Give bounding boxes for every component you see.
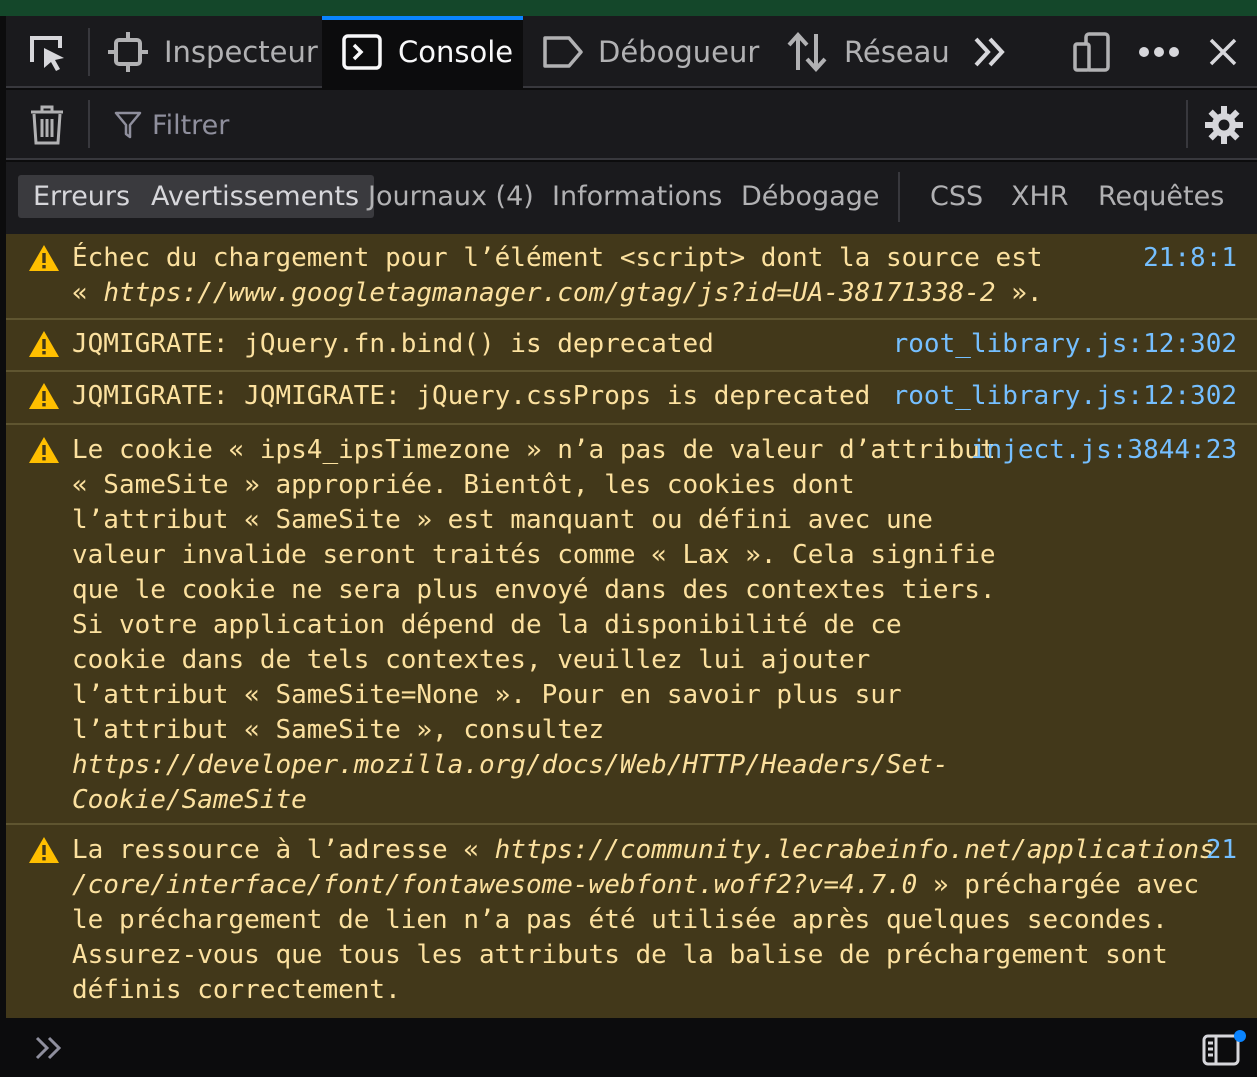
filter-xhr[interactable]: XHR bbox=[996, 175, 1084, 218]
filter-css[interactable]: CSS bbox=[915, 175, 998, 218]
filter-errors[interactable]: Erreurs bbox=[18, 175, 146, 218]
warning-icon bbox=[29, 837, 59, 863]
console-settings-button[interactable] bbox=[1204, 90, 1244, 160]
message-segment: Le cookie « ips4_ipsTimezone » n’a pas d… bbox=[72, 435, 996, 745]
debugger-icon bbox=[543, 36, 583, 68]
tab-console[interactable]: Console bbox=[322, 16, 523, 88]
filter-bar: Filtrer bbox=[6, 90, 1257, 160]
tab-inspector-label: Inspecteur bbox=[164, 35, 318, 69]
message-location-link[interactable]: inject.js:3844:23 bbox=[971, 433, 1237, 468]
settings-separator bbox=[1186, 100, 1188, 148]
responsive-design-icon bbox=[1073, 32, 1110, 72]
message-location-link[interactable]: root_library.js:12:302 bbox=[893, 379, 1237, 414]
console-message[interactable]: JQMIGRATE: JQMIGRATE: jQuery.cssProps is… bbox=[6, 372, 1257, 425]
overflow-chevrons-icon bbox=[974, 37, 1005, 67]
warning-icon bbox=[29, 383, 59, 409]
tab-debugger[interactable]: Débogueur bbox=[542, 16, 759, 88]
message-text: JQMIGRATE: JQMIGRATE: jQuery.cssProps is… bbox=[72, 379, 870, 414]
filter-debug[interactable]: Débogage bbox=[726, 175, 895, 218]
message-segment: JQMIGRATE: JQMIGRATE: jQuery.cssProps is… bbox=[72, 381, 871, 411]
filter-funnel-icon bbox=[114, 111, 142, 139]
filter-input[interactable]: Filtrer bbox=[114, 90, 1174, 160]
message-url[interactable]: https://developer.mozilla.org/docs/Web/H… bbox=[72, 750, 949, 815]
message-location-link[interactable]: 21:8:1 bbox=[1143, 241, 1237, 276]
console-input[interactable] bbox=[6, 1018, 1257, 1077]
responsive-design-button[interactable] bbox=[1072, 16, 1112, 88]
close-icon bbox=[1209, 38, 1237, 66]
message-location-link[interactable]: root_library.js:12:302 bbox=[893, 327, 1237, 362]
tab-network-label: Réseau bbox=[844, 35, 950, 69]
warning-icon bbox=[29, 437, 59, 463]
filter-separator bbox=[88, 100, 90, 148]
message-segment: JQMIGRATE: jQuery.fn.bind() is deprecate… bbox=[72, 329, 714, 359]
tab-inspector[interactable]: Inspecteur bbox=[108, 16, 318, 88]
active-tab-indicator bbox=[322, 16, 523, 20]
level-separator bbox=[898, 172, 900, 222]
toolbar-separator bbox=[88, 28, 90, 76]
message-segment: ». bbox=[995, 278, 1043, 308]
clear-console-button[interactable] bbox=[30, 90, 64, 160]
console-message[interactable]: Le cookie « ips4_ipsTimezone » n’a pas d… bbox=[6, 425, 1257, 825]
console-message[interactable]: La ressource à l’adresse « https://commu… bbox=[6, 825, 1257, 1018]
console-message[interactable]: JQMIGRATE: jQuery.fn.bind() is deprecate… bbox=[6, 320, 1257, 372]
message-text: La ressource à l’adresse « https://commu… bbox=[72, 833, 1215, 1008]
message-location-link[interactable]: 21 bbox=[1206, 833, 1237, 868]
filter-placeholder: Filtrer bbox=[152, 109, 230, 141]
message-text: Le cookie « ips4_ipsTimezone » n’a pas d… bbox=[72, 433, 996, 818]
network-icon bbox=[787, 32, 827, 72]
input-prompt-chevrons-icon bbox=[35, 1036, 62, 1060]
more-tabs-button[interactable] bbox=[972, 16, 1008, 88]
message-text: JQMIGRATE: jQuery.fn.bind() is deprecate… bbox=[72, 327, 714, 362]
tab-console-label: Console bbox=[398, 35, 514, 69]
console-icon bbox=[342, 34, 382, 70]
devtools-toolbar: Inspecteur Console Débogueur Réseau bbox=[6, 16, 1257, 88]
gear-icon bbox=[1205, 106, 1243, 144]
console-message[interactable]: Échec du chargement pour l’élément <scri… bbox=[6, 234, 1257, 320]
tab-debugger-label: Débogueur bbox=[598, 35, 760, 69]
filter-info[interactable]: Informations bbox=[537, 175, 737, 218]
log-level-filters: Erreurs Avertissements Journaux (4) Info… bbox=[6, 162, 1257, 234]
filter-warnings[interactable]: Avertissements bbox=[136, 175, 375, 218]
more-options-icon bbox=[1139, 47, 1179, 57]
window-top-strip bbox=[0, 0, 1257, 16]
filter-logs[interactable]: Journaux (4) bbox=[353, 175, 549, 218]
element-picker-icon bbox=[30, 36, 64, 71]
warning-icon bbox=[29, 331, 59, 357]
filter-requests[interactable]: Requêtes bbox=[1083, 175, 1239, 218]
tab-network[interactable]: Réseau bbox=[786, 16, 950, 88]
close-button[interactable] bbox=[1208, 16, 1238, 88]
message-segment: La ressource à l’adresse « bbox=[72, 835, 495, 865]
editor-mode-toggle-icon[interactable] bbox=[1202, 1028, 1246, 1068]
warning-icon bbox=[29, 245, 59, 271]
element-picker-button[interactable] bbox=[26, 16, 70, 88]
more-options-button[interactable] bbox=[1138, 16, 1180, 88]
inspector-icon bbox=[108, 32, 148, 72]
message-text: Échec du chargement pour l’élément <scri… bbox=[72, 241, 1043, 311]
message-url[interactable]: https://www.googletagmanager.com/gtag/js… bbox=[103, 278, 995, 308]
trash-icon bbox=[31, 105, 63, 145]
console-output: Échec du chargement pour l’élément <scri… bbox=[6, 234, 1257, 1018]
